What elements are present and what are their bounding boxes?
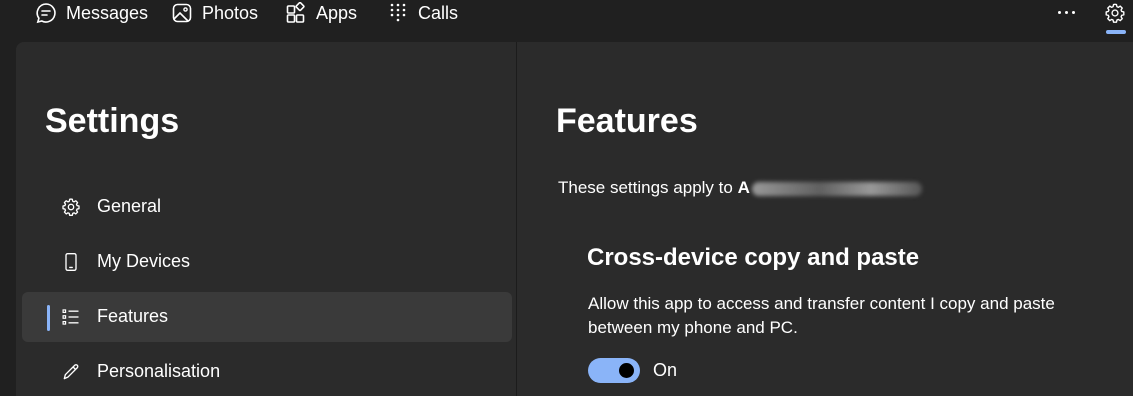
apply-prefix: These settings apply to (558, 178, 733, 197)
selection-indicator (47, 305, 50, 331)
sidebar-item-my-devices[interactable]: My Devices (22, 237, 512, 287)
copy-paste-toggle[interactable] (588, 358, 640, 383)
sidebar-item-label: Personalisation (97, 361, 221, 381)
sidebar-item-label: My Devices (97, 251, 191, 271)
redacted-account (751, 181, 922, 196)
tab-apps[interactable]: Apps (285, 0, 357, 26)
sidebar-item-general[interactable]: General (22, 182, 512, 232)
toggle-knob (619, 363, 634, 378)
section-title: Cross-device copy and paste (587, 244, 920, 271)
tab-photos-label: Photos (202, 2, 259, 23)
more-icon (1057, 10, 1061, 14)
settings-title: Settings (45, 102, 180, 140)
features-content: Features These settings apply to A Cross… (517, 42, 1133, 396)
settings-active-indicator (1106, 30, 1126, 34)
list-icon (62, 309, 79, 325)
sidebar-item-features[interactable]: Features (22, 292, 512, 342)
gear-icon (62, 198, 80, 216)
apply-text: These settings apply to A (558, 178, 922, 198)
toggle-state-label: On (653, 360, 678, 380)
settings-panel: Settings General My Devices Features Per… (16, 42, 1133, 396)
tab-messages-label: Messages (66, 2, 149, 23)
apps-icon (286, 2, 305, 23)
tab-messages[interactable]: Messages (35, 0, 148, 26)
settings-sidebar: Settings General My Devices Features Per… (16, 42, 516, 396)
tab-calls[interactable]: Calls (387, 0, 458, 26)
section-description: Allow this app to access and transfer co… (588, 294, 1055, 337)
sidebar-item-personalisation[interactable]: Personalisation (22, 347, 512, 396)
tab-calls-label: Calls (418, 2, 459, 23)
gear-icon[interactable] (1104, 2, 1126, 24)
tab-photos[interactable]: Photos (171, 0, 258, 26)
tab-apps-label: Apps (316, 2, 358, 23)
dialpad-icon (390, 3, 406, 22)
page-title: Features (556, 102, 698, 140)
pen-icon (63, 364, 79, 380)
photos-icon (172, 3, 192, 23)
sidebar-item-label: Features (97, 306, 169, 326)
phone-icon (65, 253, 77, 271)
more-options-button[interactable] (1052, 0, 1080, 24)
sidebar-item-label: General (97, 196, 162, 216)
messages-icon (36, 3, 56, 24)
top-navigation-bar: Messages Photos Apps Calls (0, 0, 1133, 40)
account-initial: A (737, 178, 750, 197)
